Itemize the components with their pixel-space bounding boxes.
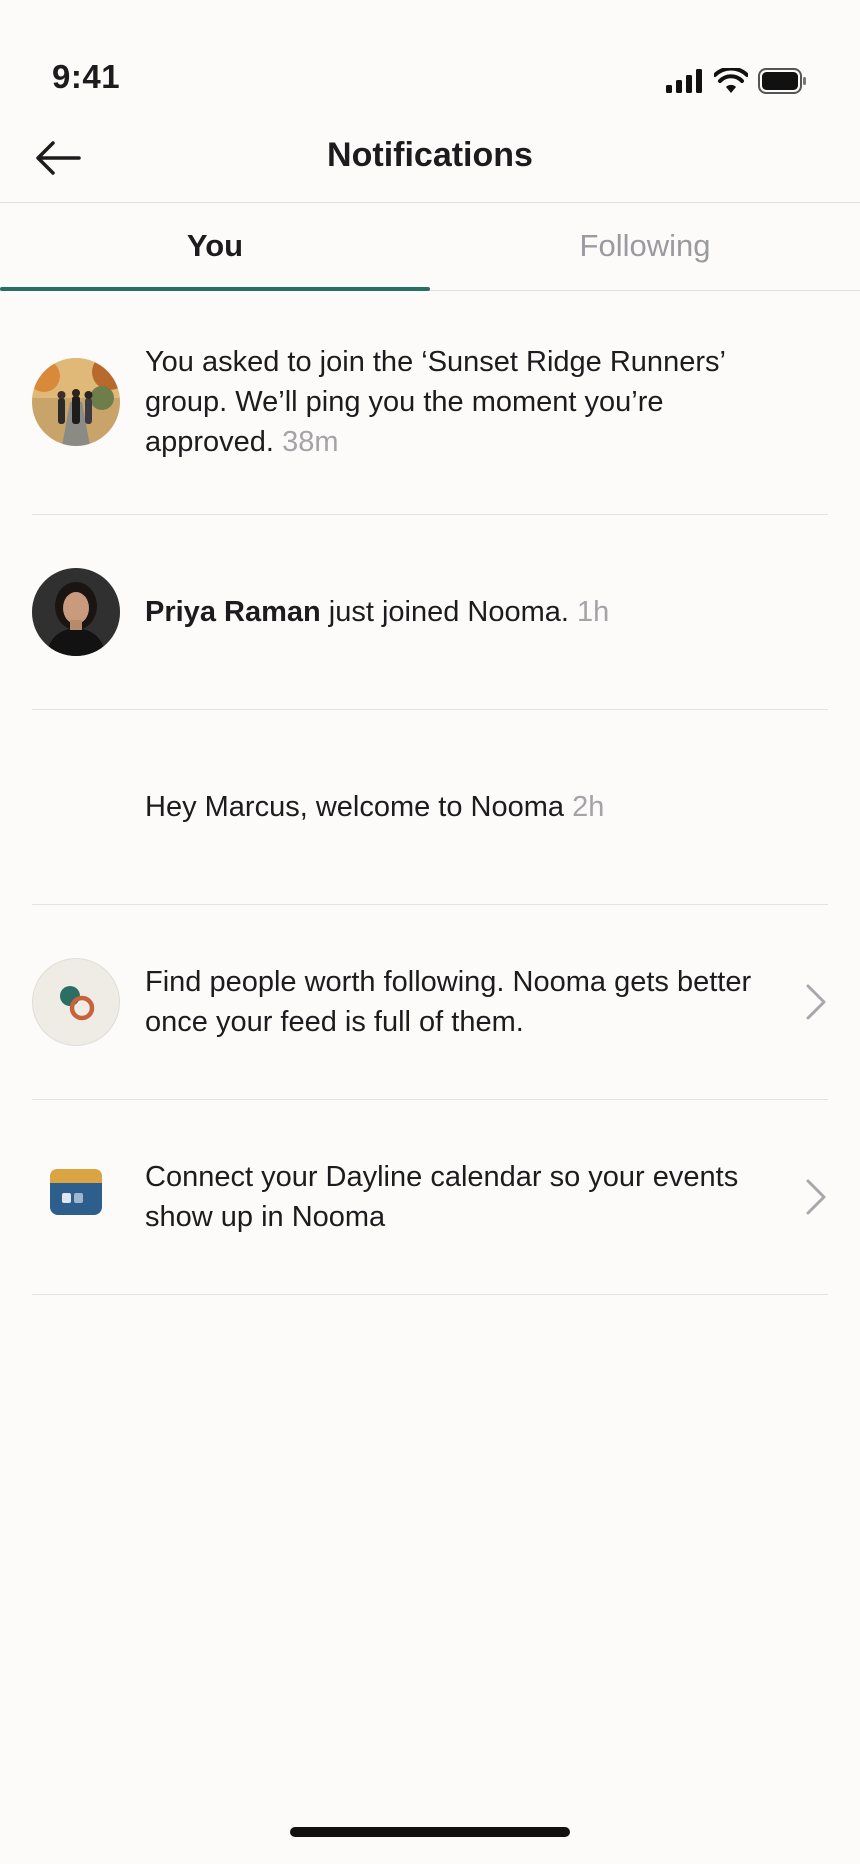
notification-list: You asked to join the ‘Sunset Ridge Runn…: [0, 290, 860, 1295]
notification-text: Hey Marcus, welcome to Nooma 2h: [145, 787, 828, 827]
status-bar: 9:41: [0, 0, 860, 120]
home-indicator[interactable]: [290, 1827, 570, 1837]
notification-item-welcome[interactable]: Hey Marcus, welcome to Nooma 2h: [32, 710, 828, 905]
status-icons: [666, 68, 808, 94]
group-photo-avatar: [32, 358, 120, 446]
follow-suggestion-icon: [32, 958, 120, 1046]
cellular-signal-icon: [666, 69, 702, 93]
notification-item-user-joined[interactable]: Priya Raman just joined Nooma. 1h: [32, 515, 828, 710]
notification-item-find-people[interactable]: Find people worth following. Nooma gets …: [32, 905, 828, 1100]
notification-message: You asked to join the ‘Sunset Ridge Runn…: [145, 346, 725, 458]
notification-time: 38m: [282, 426, 339, 458]
tab-bar: You Following: [0, 202, 860, 291]
status-time: 9:41: [52, 58, 121, 95]
page-title: Notifications: [327, 136, 533, 174]
notification-time: 2h: [572, 791, 605, 823]
user-name[interactable]: Priya Raman: [145, 596, 321, 628]
top-navigation-bar: Notifications: [0, 120, 860, 203]
notification-text: Priya Raman just joined Nooma. 1h: [145, 592, 828, 632]
notification-item-connect-calendar[interactable]: Connect your Dayline calendar so your ev…: [32, 1100, 828, 1295]
notification-message: Find people worth following. Nooma gets …: [145, 966, 752, 1038]
chevron-right-icon: [806, 984, 826, 1020]
notification-text: Find people worth following. Nooma gets …: [145, 962, 828, 1042]
calendar-icon: [32, 1153, 120, 1241]
tab-you[interactable]: You: [0, 202, 430, 291]
user-avatar[interactable]: [32, 568, 120, 656]
notification-item-group-request[interactable]: You asked to join the ‘Sunset Ridge Runn…: [32, 290, 828, 515]
notification-text: You asked to join the ‘Sunset Ridge Runn…: [145, 342, 828, 462]
notification-text: Connect your Dayline calendar so your ev…: [145, 1157, 828, 1237]
tab-following[interactable]: Following: [430, 202, 860, 290]
notification-message: Connect your Dayline calendar so your ev…: [145, 1161, 739, 1233]
wifi-icon: [714, 68, 748, 93]
notification-message: Hey Marcus, welcome to Nooma: [145, 791, 565, 823]
chevron-right-icon: [806, 1179, 826, 1215]
battery-icon: [758, 68, 806, 94]
notification-message: just joined Nooma.: [328, 596, 569, 628]
notification-time: 1h: [577, 596, 610, 628]
